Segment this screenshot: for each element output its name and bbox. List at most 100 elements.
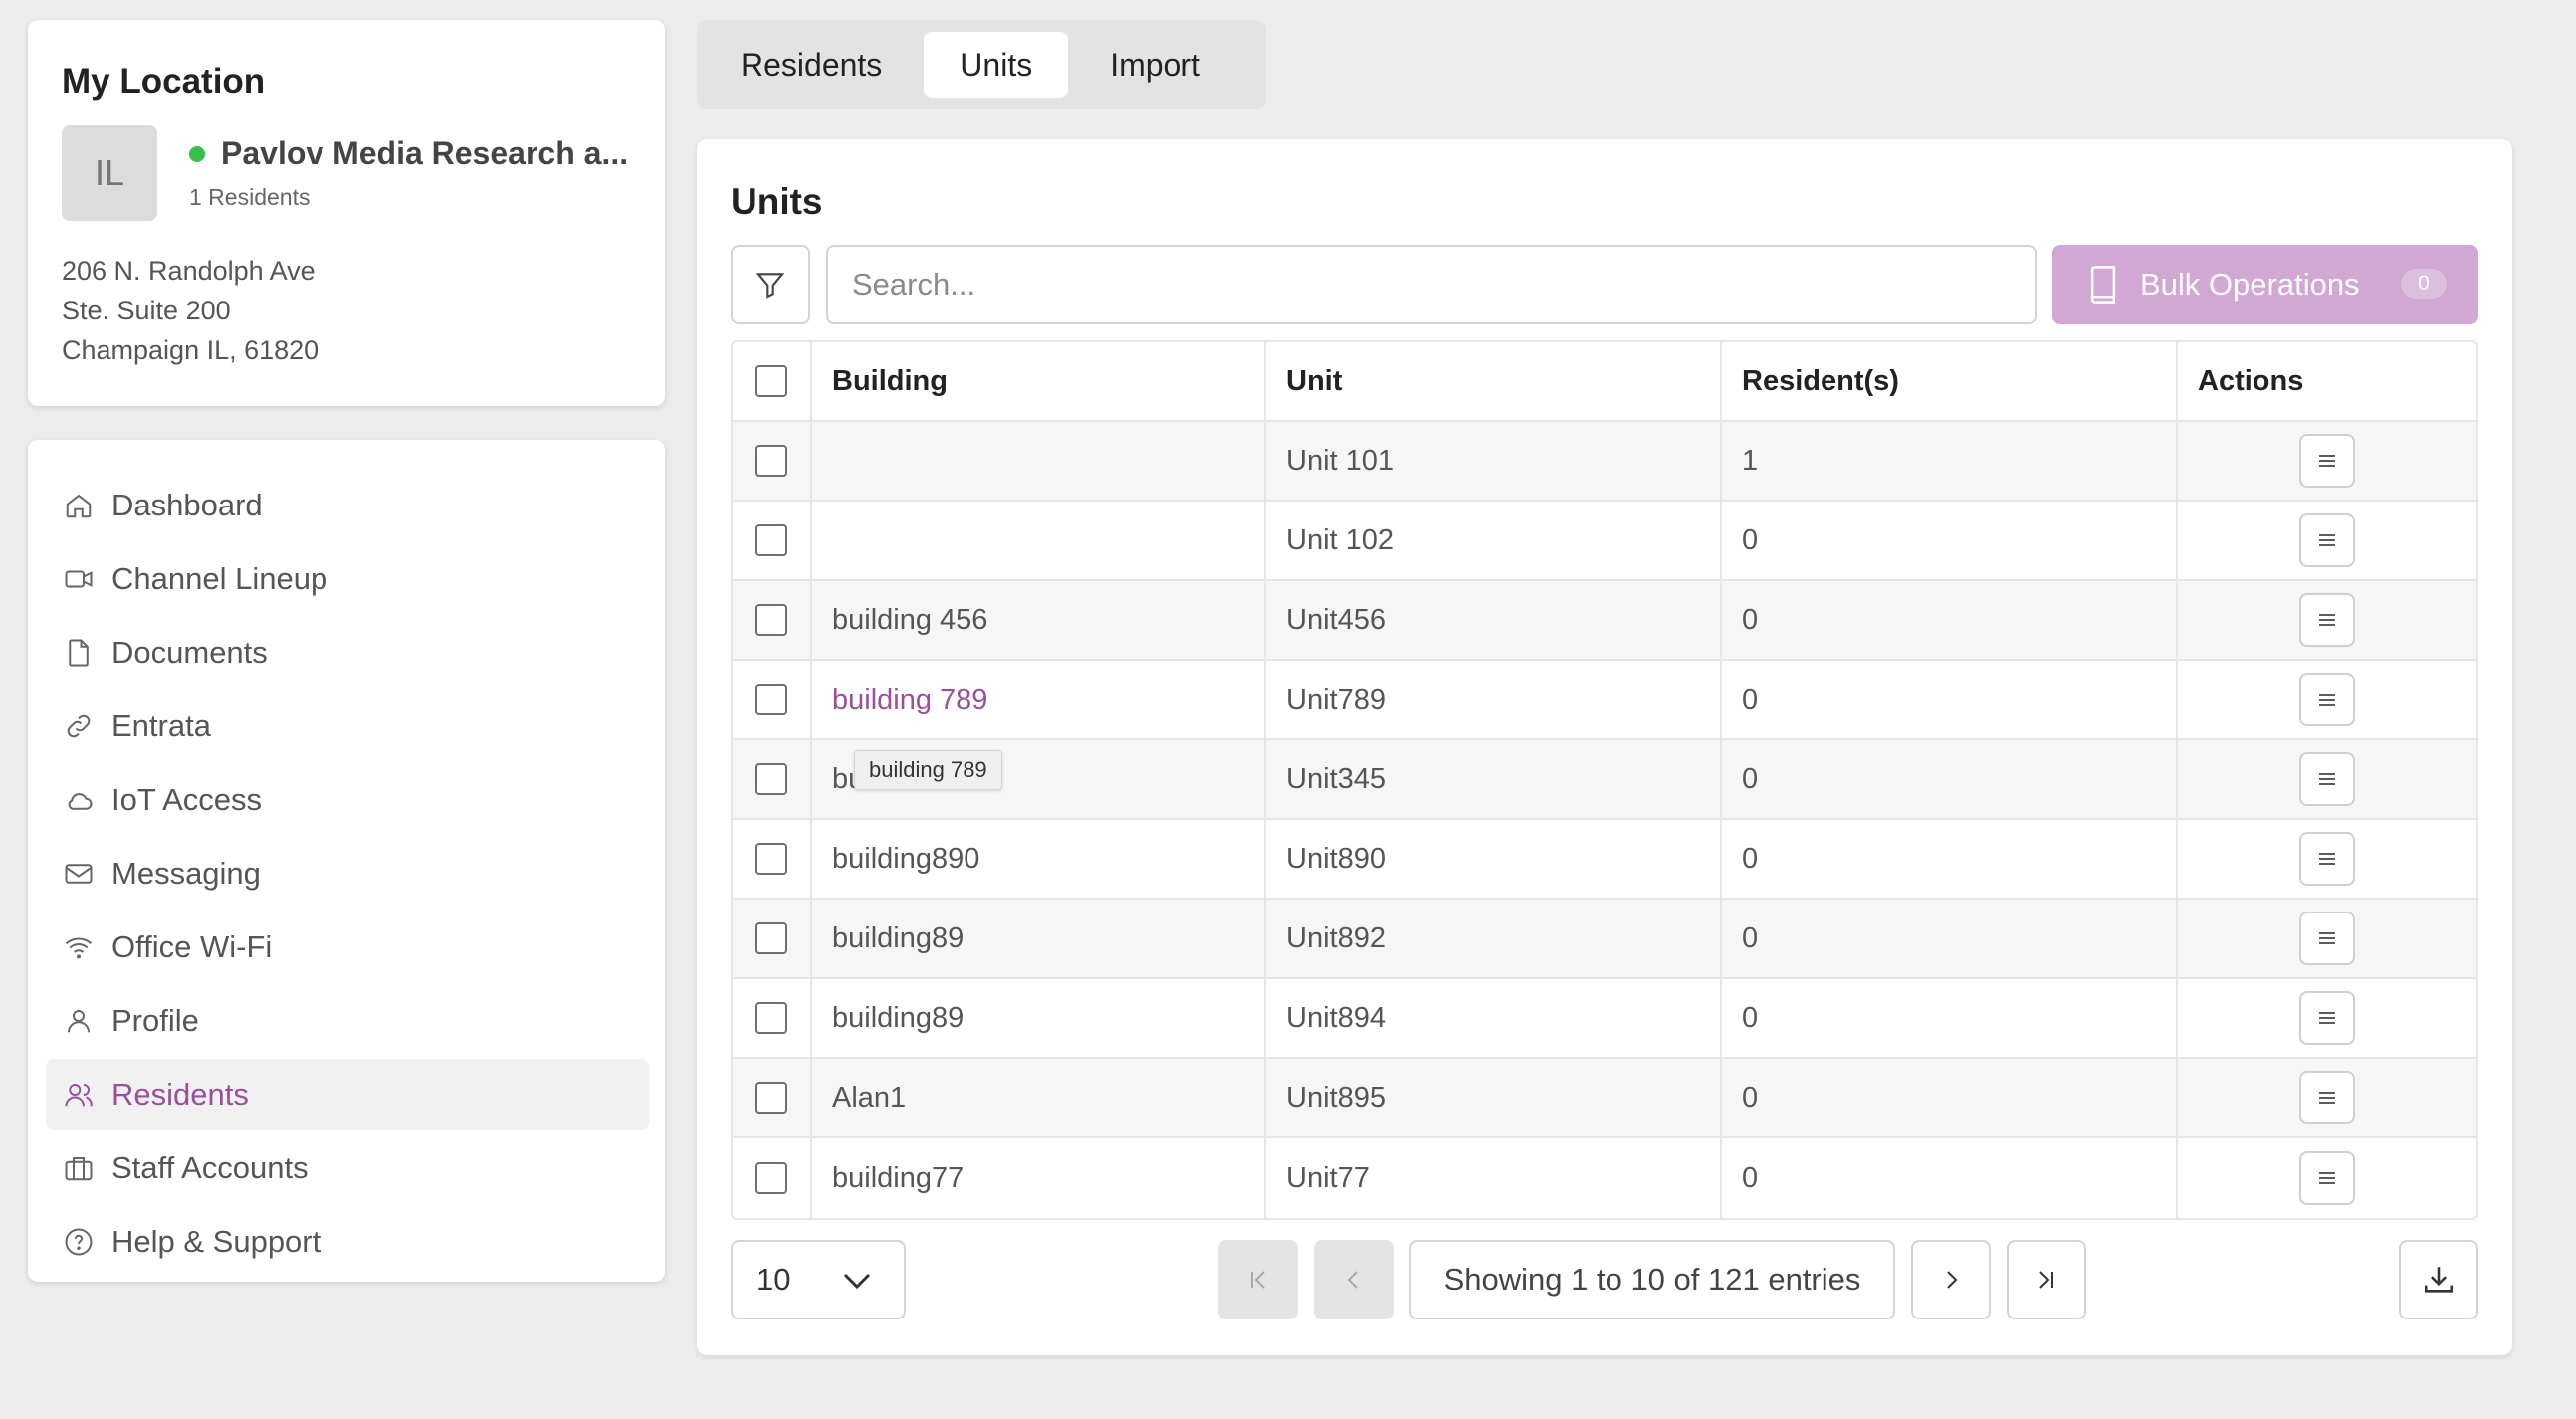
- column-header-residents[interactable]: Resident(s): [1722, 342, 2178, 420]
- sidebar-item-help-support[interactable]: Help & Support: [46, 1206, 649, 1278]
- bulk-operations-label: Bulk Operations: [2140, 267, 2360, 302]
- residents-cell: 0: [1722, 1138, 2178, 1218]
- search-input[interactable]: [826, 245, 2037, 324]
- sidebar-item-label: Messaging: [111, 856, 261, 891]
- row-checkbox[interactable]: [755, 763, 787, 795]
- sidebar-item-documents[interactable]: Documents: [46, 617, 649, 689]
- location-name: Pavlov Media Research a...: [221, 135, 629, 171]
- location-heading: My Location: [62, 62, 266, 101]
- filter-button[interactable]: [731, 245, 810, 324]
- sidebar-item-channel-lineup[interactable]: Channel Lineup: [46, 543, 649, 615]
- download-button[interactable]: [2399, 1240, 2478, 1319]
- residents-cell: 0: [1722, 661, 2178, 738]
- filter-icon: [755, 273, 785, 299]
- last-page-button[interactable]: [2007, 1240, 2086, 1319]
- table-row: building89 Unit892 0: [733, 900, 2476, 979]
- residents-cell: 0: [1722, 979, 2178, 1057]
- tab-residents[interactable]: Residents: [705, 32, 918, 98]
- row-actions-button[interactable]: [2299, 673, 2355, 726]
- prev-page-button[interactable]: [1314, 1240, 1394, 1319]
- tab-import[interactable]: Import: [1074, 32, 1236, 98]
- residents-cell: 0: [1722, 820, 2178, 898]
- row-actions-button[interactable]: [2299, 752, 2355, 806]
- sidebar-item-iot-access[interactable]: IoT Access: [46, 764, 649, 836]
- row-checkbox[interactable]: [755, 922, 787, 954]
- row-checkbox[interactable]: [755, 684, 787, 715]
- sidebar-item-profile[interactable]: Profile: [46, 985, 649, 1057]
- menu-icon: [2319, 1092, 2335, 1104]
- book-icon: [2090, 266, 2116, 304]
- building-cell: building890: [812, 820, 1266, 898]
- location-avatar: IL: [62, 125, 157, 221]
- table-header-row: Building Unit Resident(s) Actions: [733, 342, 2476, 422]
- page-title: Units: [731, 181, 823, 222]
- row-checkbox[interactable]: [755, 524, 787, 556]
- home-icon: [66, 494, 92, 518]
- menu-icon: [2319, 1012, 2335, 1024]
- first-page-button[interactable]: [1218, 1240, 1298, 1319]
- address-line-2: Ste. Suite 200: [62, 296, 231, 325]
- row-checkbox[interactable]: [755, 604, 787, 636]
- document-icon: [69, 639, 89, 667]
- building-link[interactable]: building 789: [832, 684, 987, 716]
- row-actions-button[interactable]: [2299, 832, 2355, 886]
- sidebar-item-label: Help & Support: [111, 1224, 322, 1259]
- sidebar-item-staff-accounts[interactable]: Staff Accounts: [46, 1132, 649, 1204]
- row-checkbox[interactable]: [755, 1082, 787, 1114]
- row-checkbox[interactable]: [755, 1162, 787, 1194]
- sidebar-item-messaging[interactable]: Messaging: [46, 838, 649, 910]
- tab-units[interactable]: Units: [924, 32, 1069, 98]
- next-page-button[interactable]: [1911, 1240, 1991, 1319]
- select-all-checkbox[interactable]: [755, 365, 787, 397]
- unit-cell: Unit892: [1266, 900, 1722, 977]
- sidebar-item-label: Documents: [111, 635, 268, 670]
- sidebar-item-dashboard[interactable]: Dashboard: [46, 470, 649, 541]
- column-header-building[interactable]: Building: [812, 342, 1266, 420]
- unit-cell: Unit895: [1266, 1059, 1722, 1136]
- cloud-icon: [68, 793, 93, 810]
- row-actions-button[interactable]: [2299, 1071, 2355, 1124]
- download-icon: [2424, 1267, 2454, 1293]
- menu-icon: [2319, 694, 2335, 706]
- sidebar-item-label: Profile: [111, 1003, 199, 1038]
- sidebar-item-residents[interactable]: Residents: [46, 1059, 649, 1130]
- first-page-icon: [1251, 1271, 1265, 1289]
- row-actions-button[interactable]: [2299, 991, 2355, 1045]
- sidebar-item-entrata[interactable]: Entrata: [46, 691, 649, 762]
- row-actions-button[interactable]: [2299, 912, 2355, 965]
- row-checkbox[interactable]: [755, 445, 787, 477]
- row-actions-button[interactable]: [2299, 513, 2355, 567]
- pagination-info: Showing 1 to 10 of 121 entries: [1409, 1240, 1895, 1319]
- menu-icon: [2319, 455, 2335, 467]
- tab-bar: Residents Units Import: [697, 20, 1266, 109]
- row-actions-button[interactable]: [2299, 1151, 2355, 1205]
- address-line-3: Champaign IL, 61820: [62, 335, 320, 365]
- row-checkbox[interactable]: [755, 843, 787, 875]
- bulk-operations-button[interactable]: Bulk Operations 0: [2052, 245, 2478, 324]
- location-card: My Location IL Pavlov Media Research a..…: [28, 20, 665, 406]
- menu-icon: [2319, 773, 2335, 785]
- page-size-select[interactable]: 10: [731, 1240, 906, 1319]
- building-cell: [812, 422, 1266, 500]
- table-row: building89 Unit894 0: [733, 979, 2476, 1059]
- menu-icon: [2319, 534, 2335, 546]
- last-page-icon: [2039, 1271, 2053, 1289]
- unit-cell: Unit894: [1266, 979, 1722, 1057]
- column-header-unit[interactable]: Unit: [1266, 342, 1722, 420]
- table-row: building 456 Unit456 0: [733, 581, 2476, 661]
- residents-cell: 0: [1722, 900, 2178, 977]
- help-icon: [65, 1228, 93, 1256]
- sidebar-item-label: Channel Lineup: [111, 561, 328, 596]
- table-row: Alan1 Unit895 0: [733, 1059, 2476, 1138]
- residents-cell: 0: [1722, 502, 2178, 579]
- row-checkbox[interactable]: [755, 1002, 787, 1034]
- residents-cell: 1: [1722, 422, 2178, 500]
- row-actions-button[interactable]: [2299, 434, 2355, 488]
- user-icon: [68, 1010, 90, 1033]
- row-actions-button[interactable]: [2299, 593, 2355, 647]
- sidebar-item-office-wifi[interactable]: Office Wi-Fi: [46, 912, 649, 983]
- column-header-actions: Actions: [2198, 364, 2304, 397]
- residents-cell: 0: [1722, 740, 2178, 818]
- sidebar-item-label: Staff Accounts: [111, 1150, 309, 1185]
- menu-icon: [2319, 853, 2335, 865]
